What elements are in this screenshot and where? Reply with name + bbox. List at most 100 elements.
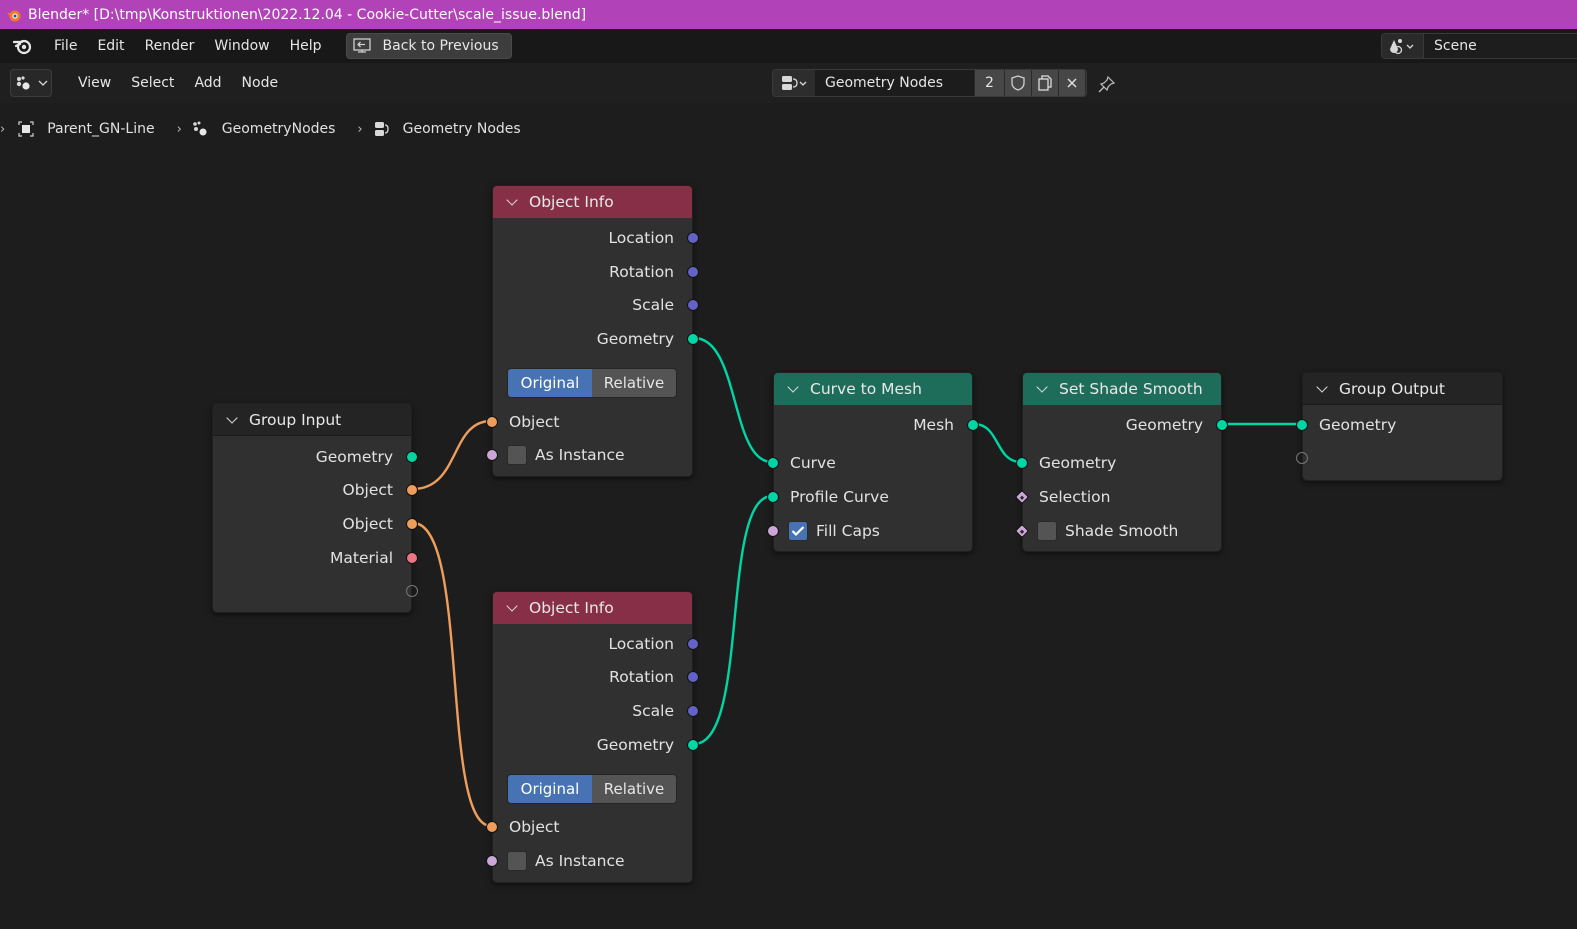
collapse-chevron-icon[interactable] [1317, 383, 1329, 395]
output-socket-object[interactable] [406, 518, 418, 530]
node-header[interactable]: Group Input [213, 404, 411, 436]
node-curve-to-mesh[interactable]: Curve to Mesh Mesh Curve Profile Curve F… [767, 372, 979, 552]
collapse-chevron-icon[interactable] [788, 383, 800, 395]
node-header[interactable]: Set Shade Smooth [1023, 373, 1221, 405]
socket-label: Geometry [1125, 416, 1203, 434]
socket-label: Geometry [315, 448, 393, 466]
socket-label: Location [608, 229, 674, 247]
fill-caps-checkbox[interactable] [788, 521, 808, 541]
scene-selector[interactable]: Scene [1381, 33, 1577, 59]
input-socket-as-instance[interactable] [486, 855, 498, 867]
node-group-users-count[interactable]: 2 [975, 70, 1005, 96]
option-relative[interactable]: Relative [592, 775, 676, 803]
node-header[interactable]: Curve to Mesh [774, 373, 972, 405]
option-relative[interactable]: Relative [592, 369, 676, 397]
socket-label: Scale [632, 702, 674, 720]
menu-view[interactable]: View [68, 75, 121, 91]
output-socket-empty[interactable] [406, 585, 418, 597]
input-socket-object[interactable] [486, 821, 498, 833]
socket-row-geometry: Geometry [1319, 413, 1396, 437]
node-tree-icon [373, 120, 391, 138]
menu-node[interactable]: Node [232, 75, 289, 91]
output-socket-material[interactable] [406, 552, 418, 564]
socket-row-selection: Selection [1039, 485, 1110, 509]
editor-type-selector[interactable] [10, 69, 52, 97]
socket-label: Geometry [596, 330, 674, 348]
shade-smooth-checkbox[interactable] [1037, 521, 1057, 541]
breadcrumb-item-object: Parent_GN-Line [47, 121, 155, 137]
socket-row-object: Object [509, 410, 559, 434]
as-instance-checkbox[interactable] [507, 445, 527, 465]
socket-label: Geometry [1319, 416, 1397, 434]
output-socket-location[interactable] [687, 638, 699, 650]
input-socket-object[interactable] [486, 416, 498, 428]
menu-window[interactable]: Window [204, 38, 279, 54]
collapse-chevron-icon[interactable] [507, 196, 519, 208]
socket-row-as-instance: As Instance [507, 443, 625, 467]
menu-select[interactable]: Select [121, 75, 184, 91]
duplicate-icon [1038, 75, 1052, 91]
input-socket-geometry[interactable] [1016, 457, 1028, 469]
input-socket-empty[interactable] [1296, 452, 1308, 464]
output-socket-object[interactable] [406, 484, 418, 496]
output-socket-geometry[interactable] [687, 333, 699, 345]
socket-label: Object [342, 515, 393, 533]
menu-render[interactable]: Render [135, 38, 205, 54]
node-group-input[interactable]: Group Input Geometry Object Object Mater… [212, 403, 418, 613]
menu-file[interactable]: File [44, 38, 87, 54]
scene-browse-button[interactable] [1382, 34, 1424, 58]
socket-row-profile-curve: Profile Curve [790, 485, 889, 509]
menu-edit[interactable]: Edit [87, 38, 134, 54]
option-original[interactable]: Original [508, 369, 592, 397]
back-to-previous-button[interactable]: Back to Previous [345, 33, 512, 59]
breadcrumb-expand-icon[interactable]: › [0, 122, 5, 137]
node-header[interactable]: Object Info [493, 186, 692, 218]
output-socket-geometry[interactable] [406, 451, 418, 463]
node-object-info[interactable]: Object Info Location Rotation Scale Geom… [486, 185, 699, 477]
socket-row-geometry: Geometry [597, 733, 674, 757]
duplicate-button[interactable] [1032, 70, 1059, 96]
socket-label: Geometry [596, 736, 674, 754]
input-socket-shade-smooth[interactable] [1014, 523, 1030, 539]
input-socket-geometry[interactable] [1296, 419, 1308, 431]
node-set-shade-smooth[interactable]: Set Shade Smooth Geometry Geometry Selec… [1014, 372, 1228, 552]
node-group-name-field[interactable]: Geometry Nodes [815, 70, 975, 96]
fake-user-button[interactable] [1005, 70, 1032, 96]
node-object-info[interactable]: Object Info Location Rotation Scale Geom… [486, 591, 699, 883]
menu-help[interactable]: Help [280, 38, 332, 54]
socket-row-geometry: Geometry [597, 327, 674, 351]
input-socket-curve[interactable] [767, 457, 779, 469]
as-instance-checkbox[interactable] [507, 851, 527, 871]
output-socket-scale[interactable] [687, 705, 699, 717]
unlink-button[interactable] [1059, 70, 1086, 96]
input-socket-fill-caps[interactable] [767, 525, 779, 537]
output-socket-scale[interactable] [687, 299, 699, 311]
socket-label: Scale [632, 296, 674, 314]
socket-label: Fill Caps [816, 522, 880, 540]
breadcrumb-item-modifier: GeometryNodes [221, 121, 336, 137]
scene-name[interactable]: Scene [1424, 38, 1477, 54]
output-socket-rotation[interactable] [687, 671, 699, 683]
output-socket-location[interactable] [687, 232, 699, 244]
collapse-chevron-icon[interactable] [1037, 383, 1049, 395]
output-socket-mesh[interactable] [967, 419, 979, 431]
node-title: Group Output [1339, 379, 1445, 398]
node-tree-browse-button[interactable] [773, 70, 815, 96]
input-socket-selection[interactable] [1014, 489, 1030, 505]
node-group-selector: Geometry Nodes 2 [772, 69, 1087, 97]
option-original[interactable]: Original [508, 775, 592, 803]
input-socket-profile-curve[interactable] [767, 491, 779, 503]
node-group-output[interactable]: Group Output Geometry [1296, 372, 1503, 481]
menu-add[interactable]: Add [184, 75, 231, 91]
output-socket-geometry[interactable] [687, 739, 699, 751]
node-header[interactable]: Object Info [493, 592, 692, 624]
collapse-chevron-icon[interactable] [227, 414, 239, 426]
output-socket-geometry[interactable] [1216, 419, 1228, 431]
node-header[interactable]: Group Output [1303, 373, 1502, 405]
blender-logo-icon[interactable] [12, 35, 34, 57]
input-socket-as-instance[interactable] [486, 449, 498, 461]
output-socket-rotation[interactable] [687, 266, 699, 278]
collapse-chevron-icon[interactable] [507, 602, 519, 614]
transform-space-toggle: Original Relative [507, 368, 677, 398]
pin-icon[interactable] [1098, 75, 1116, 93]
